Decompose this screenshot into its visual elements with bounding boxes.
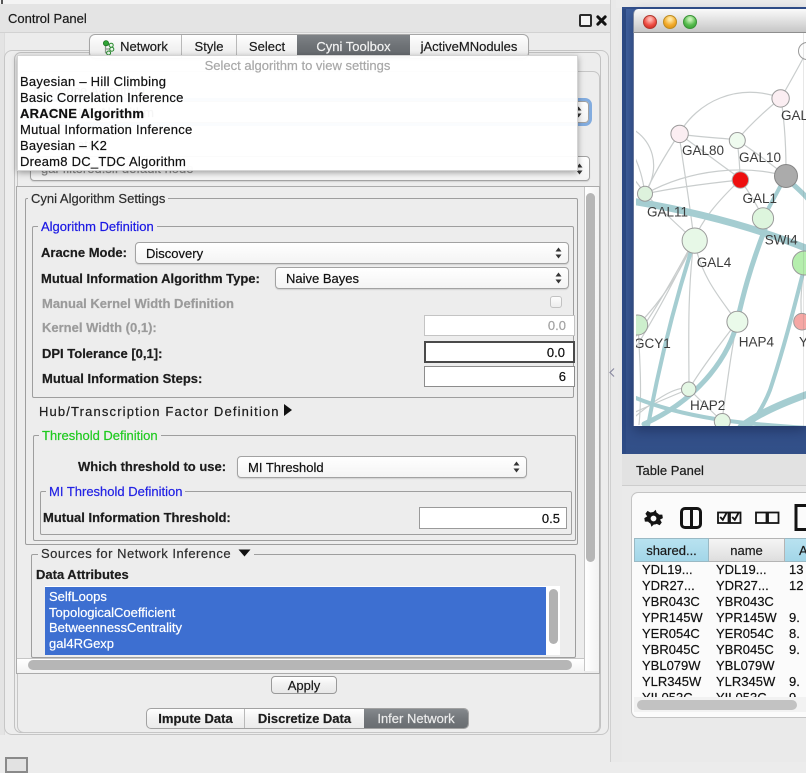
svg-text:GAL4: GAL4 [696, 255, 731, 270]
svg-text:GAL1: GAL1 [742, 191, 777, 206]
svg-text:GCY1: GCY1 [636, 336, 671, 351]
svg-text:HAP2: HAP2 [690, 398, 725, 413]
svg-text:GAL10: GAL10 [739, 150, 781, 165]
svg-text:HAP4: HAP4 [738, 335, 774, 350]
svg-text:GAL11: GAL11 [647, 205, 688, 220]
svg-text:GAL80: GAL80 [682, 143, 724, 158]
svg-text:SWI4: SWI4 [764, 233, 797, 248]
